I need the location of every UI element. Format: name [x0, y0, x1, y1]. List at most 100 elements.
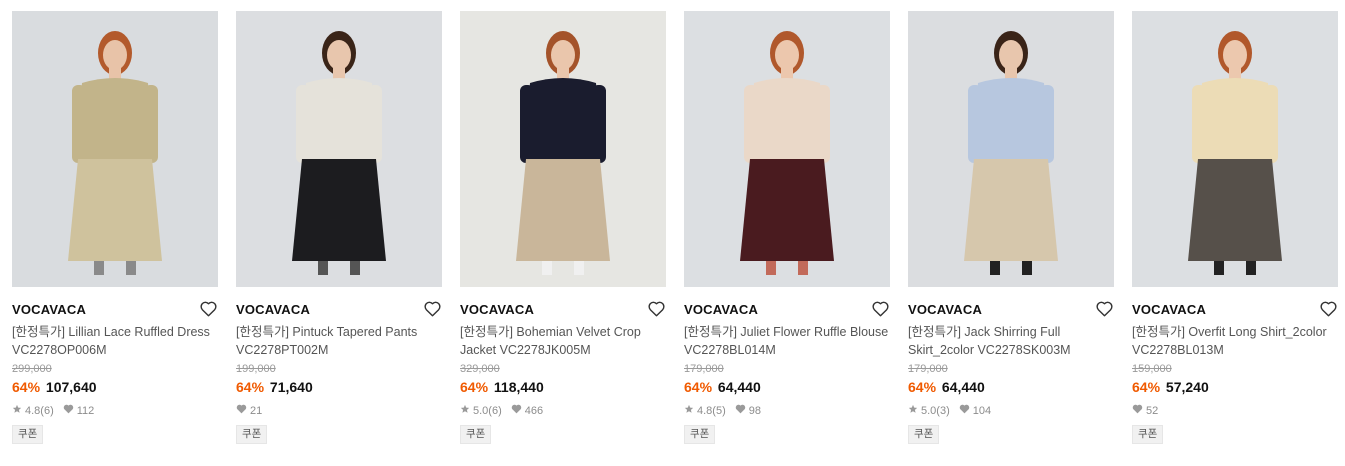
- price-row: 64% 107,640: [12, 377, 218, 397]
- product-title[interactable]: [한정특가] Pintuck Tapered Pants VC2278PT002…: [236, 323, 442, 359]
- like-heart-icon: [735, 404, 746, 418]
- coupon-badge[interactable]: 쿠폰: [460, 425, 492, 444]
- sale-price: 107,640: [45, 379, 97, 395]
- rating-group: 4.8 (5): [684, 404, 726, 418]
- wishlist-heart-icon[interactable]: [872, 301, 889, 317]
- product-image[interactable]: [908, 11, 1114, 287]
- brand-name[interactable]: VOCAVACA: [1132, 302, 1206, 317]
- discount-rate: 64%: [684, 379, 713, 395]
- discount-rate: 64%: [908, 379, 937, 395]
- product-card[interactable]: VOCAVACA [한정특가] Overfit Long Shirt_2colo…: [1132, 11, 1338, 444]
- brand-row: VOCAVACA: [12, 300, 218, 320]
- like-heart-icon: [1132, 404, 1143, 418]
- product-meta: 5.0 (6) 466: [460, 404, 666, 418]
- discount-rate: 64%: [12, 379, 41, 395]
- coupon-badge[interactable]: 쿠폰: [12, 425, 44, 444]
- rating-value: 5.0: [473, 405, 489, 417]
- product-card[interactable]: VOCAVACA [한정특가] Pintuck Tapered Pants VC…: [236, 11, 442, 444]
- review-count: (6): [40, 405, 54, 417]
- sale-price: 57,240: [1165, 379, 1209, 395]
- coupon-badge[interactable]: 쿠폰: [236, 425, 268, 444]
- sale-price: 64,440: [941, 379, 985, 395]
- product-card[interactable]: VOCAVACA [한정특가] Lillian Lace Ruffled Dre…: [12, 11, 218, 444]
- rating-group: 4.8 (6): [12, 404, 54, 418]
- product-card[interactable]: VOCAVACA [한정특가] Jack Shirring Full Skirt…: [908, 11, 1114, 444]
- brand-name[interactable]: VOCAVACA: [12, 302, 86, 317]
- wishlist-heart-icon[interactable]: [1096, 301, 1113, 317]
- sale-price: 118,440: [493, 379, 544, 395]
- original-price: 329,000: [460, 363, 500, 375]
- product-image[interactable]: [236, 11, 442, 287]
- original-price: 179,000: [684, 363, 724, 375]
- product-photo-placeholder: [1132, 11, 1338, 287]
- product-card[interactable]: VOCAVACA [한정특가] Bohemian Velvet Crop Jac…: [460, 11, 666, 444]
- product-photo-placeholder: [908, 11, 1114, 287]
- product-image[interactable]: [12, 11, 218, 287]
- original-price: 179,000: [908, 363, 948, 375]
- brand-row: VOCAVACA: [1132, 300, 1338, 320]
- product-photo-placeholder: [684, 11, 890, 287]
- star-icon: [908, 404, 918, 418]
- product-meta: 4.8 (6) 112: [12, 404, 218, 418]
- discount-rate: 64%: [1132, 379, 1161, 395]
- product-meta: 52: [1132, 404, 1338, 418]
- product-meta: 5.0 (3) 104: [908, 404, 1114, 418]
- product-title[interactable]: [한정특가] Juliet Flower Ruffle Blouse VC227…: [684, 323, 890, 359]
- rating-group: 5.0 (3): [908, 404, 950, 418]
- wishlist-heart-icon[interactable]: [424, 301, 441, 317]
- rating-value: 4.8: [697, 405, 713, 417]
- price-row: 64% 64,440: [684, 377, 890, 397]
- like-count: 104: [972, 405, 992, 417]
- brand-name[interactable]: VOCAVACA: [460, 302, 534, 317]
- price-row: 64% 118,440: [460, 377, 666, 397]
- original-price: 299,000: [12, 363, 52, 375]
- product-image[interactable]: [1132, 11, 1338, 287]
- price-row: 64% 57,240: [1132, 377, 1338, 397]
- like-count: 21: [250, 405, 263, 417]
- like-heart-icon: [63, 404, 74, 418]
- coupon-badge[interactable]: 쿠폰: [908, 425, 940, 444]
- product-title[interactable]: [한정특가] Lillian Lace Ruffled Dress VC2278…: [12, 323, 218, 359]
- product-title[interactable]: [한정특가] Overfit Long Shirt_2color VC2278B…: [1132, 323, 1338, 359]
- wishlist-heart-icon[interactable]: [1320, 301, 1337, 317]
- product-image[interactable]: [460, 11, 666, 287]
- brand-name[interactable]: VOCAVACA: [684, 302, 758, 317]
- like-heart-icon: [511, 404, 522, 418]
- product-meta: 21: [236, 404, 442, 418]
- likes-group: 98: [735, 404, 761, 418]
- rating-value: 4.8: [25, 405, 41, 417]
- like-count: 52: [1146, 405, 1159, 417]
- coupon-badge[interactable]: 쿠폰: [1132, 425, 1164, 444]
- sale-price: 71,640: [269, 379, 313, 395]
- product-image[interactable]: [684, 11, 890, 287]
- review-count: (3): [936, 405, 950, 417]
- star-icon: [460, 404, 470, 418]
- price-row: 64% 71,640: [236, 377, 442, 397]
- product-title[interactable]: [한정특가] Bohemian Velvet Crop Jacket VC227…: [460, 323, 666, 359]
- star-icon: [684, 404, 694, 418]
- review-count: (5): [712, 405, 726, 417]
- discount-rate: 64%: [460, 379, 489, 395]
- product-photo-placeholder: [460, 11, 666, 287]
- like-heart-icon: [236, 404, 247, 418]
- wishlist-heart-icon[interactable]: [200, 301, 217, 317]
- like-count: 98: [748, 405, 761, 417]
- sale-price: 64,440: [717, 379, 761, 395]
- original-price: 199,000: [236, 363, 276, 375]
- product-grid: VOCAVACA [한정특가] Lillian Lace Ruffled Dre…: [0, 0, 1345, 466]
- rating-group: 5.0 (6): [460, 404, 502, 418]
- likes-group: 112: [63, 404, 94, 418]
- product-title[interactable]: [한정특가] Jack Shirring Full Skirt_2color V…: [908, 323, 1114, 359]
- wishlist-heart-icon[interactable]: [648, 301, 665, 317]
- brand-name[interactable]: VOCAVACA: [908, 302, 982, 317]
- brand-row: VOCAVACA: [460, 300, 666, 320]
- rating-value: 5.0: [921, 405, 937, 417]
- price-row: 64% 64,440: [908, 377, 1114, 397]
- brand-row: VOCAVACA: [236, 300, 442, 320]
- coupon-badge[interactable]: 쿠폰: [684, 425, 716, 444]
- product-photo-placeholder: [12, 11, 218, 287]
- product-photo-placeholder: [236, 11, 442, 287]
- brand-name[interactable]: VOCAVACA: [236, 302, 310, 317]
- product-card[interactable]: VOCAVACA [한정특가] Juliet Flower Ruffle Blo…: [684, 11, 890, 444]
- likes-group: 21: [236, 404, 262, 418]
